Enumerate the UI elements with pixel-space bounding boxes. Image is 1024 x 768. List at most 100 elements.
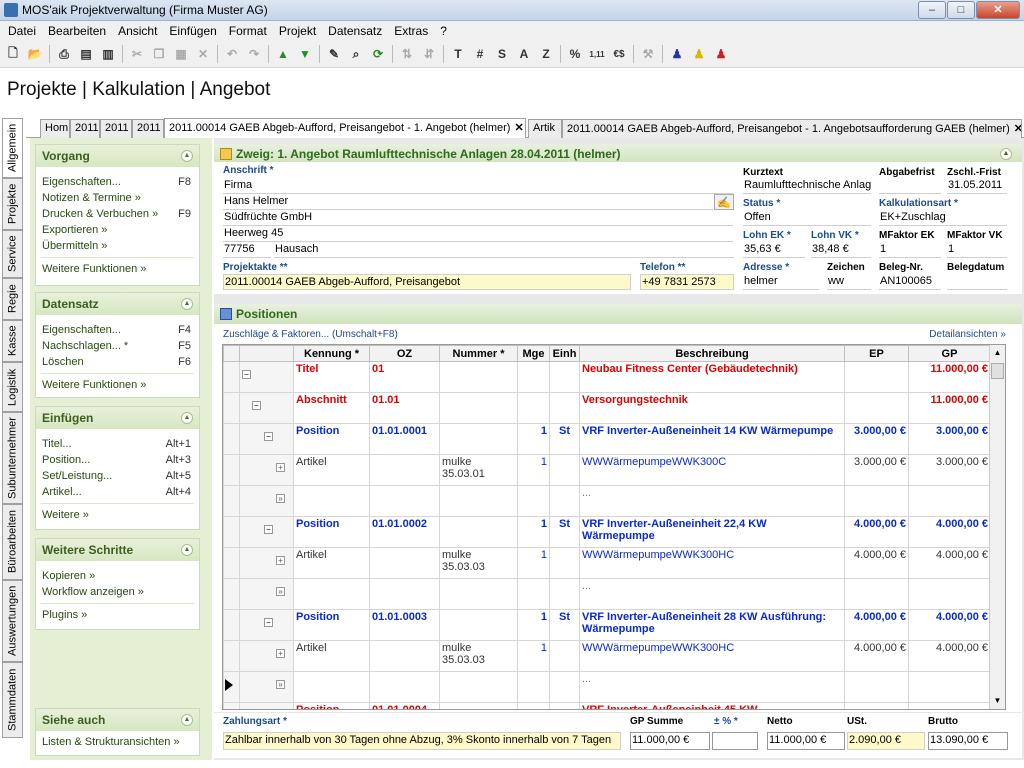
cell-oz[interactable] <box>369 454 440 486</box>
ort-field[interactable]: Hausach <box>274 242 734 258</box>
cell-gp[interactable] <box>908 578 991 610</box>
cell-mge[interactable] <box>517 702 550 709</box>
new-icon[interactable]: 🗋 <box>2 43 24 65</box>
cell-ep[interactable]: 3.000,00 € <box>844 423 909 455</box>
vtab-subunternehmer[interactable]: Subunternehmer <box>2 412 23 504</box>
col-gp[interactable]: GP <box>908 345 991 362</box>
table-row[interactable]: + Artikel mulke 35.03.01 1 WWWärmepumpeWWK30… <box>223 454 991 486</box>
cell-ep[interactable] <box>844 392 909 424</box>
table-row[interactable]: »... <box>223 578 991 610</box>
status-field[interactable]: Offen <box>743 210 871 226</box>
task-ds-eigenschaften[interactable]: Eigenschaften... F4 <box>36 323 199 339</box>
close-button[interactable]: ✕ <box>976 1 1020 19</box>
cell-kennung[interactable] <box>293 578 370 610</box>
cell-gp[interactable]: 4.000,00 € <box>908 609 991 641</box>
collapse-icon[interactable]: ▲ <box>181 544 193 556</box>
collapse-icon[interactable]: ▲ <box>181 412 193 424</box>
move-down-icon[interactable]: ▼ <box>294 43 316 65</box>
belegdatum-field[interactable] <box>947 274 1007 290</box>
cell-nummer[interactable]: mulke 35.03.03 <box>439 640 518 672</box>
tree-cell[interactable]: – <box>239 702 294 709</box>
tree-cell[interactable]: – <box>239 392 294 424</box>
zschl-field[interactable]: 31.05.2011 <box>947 178 1007 194</box>
vtab-service[interactable]: Service <box>2 230 23 278</box>
collapse-tree-icon[interactable]: – <box>252 401 261 410</box>
cell-beschr[interactable]: WWWärmepumpeWWK300HC <box>579 640 845 672</box>
cell-kennung[interactable]: Position <box>293 423 370 455</box>
minimize-button[interactable]: – <box>918 1 946 19</box>
cell-mge[interactable] <box>517 671 550 703</box>
cell-beschr[interactable]: VRF Inverter-Außeneinheit 45 KW <box>579 702 845 709</box>
tab-2011-b[interactable]: 2011 <box>100 119 132 138</box>
cell-beschr[interactable]: WWWärmepumpeWWK300HC <box>579 547 845 579</box>
pct-field[interactable] <box>712 732 758 750</box>
tools-icon[interactable]: ⚒ <box>637 43 659 65</box>
cell-nummer[interactable] <box>439 578 518 610</box>
cell-beschr[interactable]: VRF Inverter-Außeneinheit 22,4 KW Wärmep… <box>579 516 845 548</box>
cell-beschr[interactable]: VRF Inverter-Außeneinheit 14 KW Wärmepum… <box>579 423 845 455</box>
cell-gp[interactable]: 4.000,00 € <box>908 547 991 579</box>
menu-help[interactable]: ? <box>434 24 453 38</box>
close-tab-icon[interactable]: ✕ <box>514 122 523 134</box>
tree-cell[interactable]: » <box>239 485 294 517</box>
tree-cell[interactable]: + <box>239 454 294 486</box>
vtab-logistik[interactable]: Logistik <box>2 362 23 412</box>
task-plugins[interactable]: Plugins » <box>36 608 199 624</box>
vtab-kasse[interactable]: Kasse <box>2 320 23 362</box>
cell-oz[interactable]: 01 <box>369 361 440 393</box>
cell-mge[interactable] <box>517 361 550 393</box>
cell-kennung[interactable]: Abschnitt <box>293 392 370 424</box>
col-beschreibung[interactable]: Beschreibung <box>579 345 845 362</box>
col-kennung[interactable]: Kennung * <box>293 345 370 362</box>
menu-format[interactable]: Format <box>223 24 273 38</box>
row-selector[interactable] <box>223 547 240 579</box>
cell-kennung[interactable] <box>293 485 370 517</box>
task-kopieren[interactable]: Kopieren » <box>36 569 199 585</box>
scroll-down-icon[interactable]: ▼ <box>991 694 1004 708</box>
cell-beschr[interactable]: Versorgungstechnik <box>579 392 845 424</box>
cell-gp[interactable] <box>908 671 991 703</box>
cell-beschr[interactable]: ... <box>579 671 845 703</box>
mfvk-field[interactable]: 1 <box>947 242 1007 258</box>
row-selector[interactable] <box>223 516 240 548</box>
cell-oz[interactable] <box>369 485 440 517</box>
tab-angebot[interactable]: 2011.00014 GAEB Abgeb-Aufford, Preisange… <box>164 118 526 139</box>
toolbar-t-button[interactable]: T <box>447 43 469 65</box>
task-position[interactable]: Position... Alt+3 <box>36 453 199 469</box>
cell-einh[interactable] <box>549 547 580 579</box>
cell-beschr[interactable]: Neubau Fitness Center (Gebäudetechnik) <box>579 361 845 393</box>
cell-ep[interactable] <box>844 671 909 703</box>
address-edit-icon[interactable]: ✍ <box>714 194 734 210</box>
vtab-allgemein[interactable]: Allgemein <box>2 118 23 178</box>
cell-ep[interactable]: 3.000,00 € <box>844 454 909 486</box>
tree-cell[interactable]: – <box>239 516 294 548</box>
tree-cell[interactable]: – <box>239 423 294 455</box>
collapse-icon[interactable]: ▲ <box>181 298 193 310</box>
cell-oz[interactable] <box>369 578 440 610</box>
belegnr-field[interactable]: AN100065 <box>879 274 941 290</box>
expand-icon[interactable]: + <box>276 556 285 565</box>
vtab-stammdaten[interactable]: Stammdaten <box>2 662 23 738</box>
tab-2011-a[interactable]: 2011 <box>70 119 100 138</box>
paste-icon[interactable]: ▦ <box>170 43 192 65</box>
cell-kennung[interactable]: Position <box>293 516 370 548</box>
cell-ep[interactable] <box>844 578 909 610</box>
task-drucken[interactable]: Drucken & Verbuchen » F9 <box>36 207 199 223</box>
menu-extras[interactable]: Extras <box>388 24 434 38</box>
tab-home[interactable]: Hom <box>40 119 70 138</box>
sort-icon[interactable]: ⇅ <box>396 43 418 65</box>
cell-einh[interactable] <box>549 485 580 517</box>
grid-scrollbar[interactable]: ▲ ▼ <box>989 345 1005 709</box>
row-selector[interactable] <box>223 454 240 486</box>
detailansichten-link[interactable]: Detailansichten » <box>929 329 1006 340</box>
cell-kennung[interactable]: Artikel <box>293 640 370 672</box>
col-ep[interactable]: EP <box>844 345 909 362</box>
task-ds-weitere[interactable]: Weitere Funktionen » <box>36 378 199 394</box>
anschrift-line-2[interactable]: Hans Helmer <box>223 194 713 210</box>
task-exportieren[interactable]: Exportieren » <box>36 223 199 239</box>
row-selector[interactable] <box>223 485 240 517</box>
expand-icon[interactable]: + <box>276 463 285 472</box>
tab-2011-c[interactable]: 2011 <box>132 119 164 138</box>
expand-icon[interactable]: + <box>276 649 285 658</box>
cell-ep[interactable]: 4.000,00 € <box>844 516 909 548</box>
